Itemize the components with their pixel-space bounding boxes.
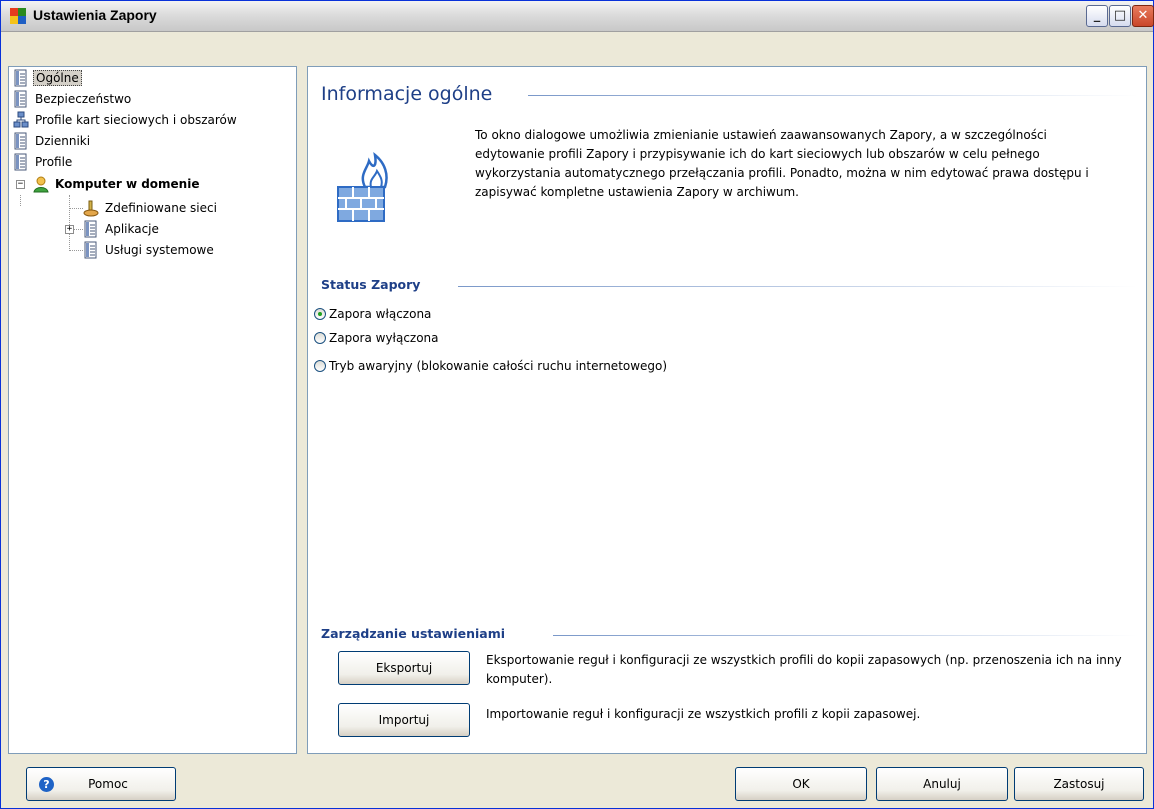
- radio-label: Tryb awaryjny (blokowanie całości ruchu …: [329, 359, 668, 373]
- settings-tree: Ogólne Bezpieczeństwo Profile kart sieci…: [8, 66, 297, 754]
- tree-connector: [69, 250, 83, 251]
- tree-item-label: Zdefiniowane sieci: [105, 201, 217, 215]
- close-button[interactable]: ✕: [1132, 5, 1154, 27]
- tree-item-label: Komputer w domenie: [55, 177, 200, 191]
- tree-item-dzienniki[interactable]: Dzienniki: [13, 131, 92, 151]
- radio-firewall-enabled[interactable]: Zapora włączona: [314, 307, 431, 321]
- apply-button[interactable]: Zastosuj: [1014, 767, 1144, 801]
- tree-item-label: Profile: [35, 155, 73, 169]
- user-icon: [33, 176, 49, 193]
- tree-item-uslugi-systemowe[interactable]: Usługi systemowe: [83, 240, 216, 260]
- document-icon: [14, 90, 27, 108]
- radio-button[interactable]: [314, 360, 326, 372]
- export-description: Eksportowanie reguł i konfiguracji ze ws…: [486, 653, 1122, 686]
- tree-connector: [20, 195, 21, 206]
- tree-item-komputer-w-domenie[interactable]: Komputer w domenie: [33, 174, 201, 194]
- help-button[interactable]: ? Pomoc: [26, 767, 176, 801]
- tree-item-zdefiniowane-sieci[interactable]: Zdefiniowane sieci: [83, 198, 219, 218]
- radio-button[interactable]: [314, 332, 326, 344]
- title-bar[interactable]: Ustawienia Zapory _ □ ✕: [1, 1, 1154, 32]
- radio-label: Zapora włączona: [329, 307, 432, 321]
- export-button[interactable]: Eksportuj: [338, 651, 470, 685]
- status-heading: Status Zapory: [321, 277, 421, 292]
- avg-logo-icon: [10, 8, 26, 24]
- window-title: Ustawienia Zapory: [33, 7, 157, 23]
- minimize-button[interactable]: _: [1086, 5, 1108, 27]
- help-label: Pomoc: [88, 777, 128, 791]
- tree-item-label: Profile kart sieciowych i obszarów: [35, 113, 237, 127]
- radio-emergency-mode[interactable]: Tryb awaryjny (blokowanie całości ruchu …: [314, 359, 667, 373]
- cancel-button[interactable]: Anuluj: [876, 767, 1008, 801]
- import-description: Importowanie reguł i konfiguracji ze wsz…: [486, 707, 921, 721]
- tree-item-profile-kart[interactable]: Profile kart sieciowych i obszarów: [13, 110, 239, 130]
- document-icon: [14, 153, 27, 171]
- tree-item-label: Usługi systemowe: [105, 243, 214, 257]
- firewall-settings-window: Ustawienia Zapory _ □ ✕ Ogólne Bezpiecze…: [0, 0, 1154, 809]
- tree-item-label: Ogólne: [33, 70, 82, 86]
- network-icon: [13, 111, 29, 128]
- network-location-icon: [83, 200, 99, 217]
- tree-item-ogolne[interactable]: Ogólne: [13, 68, 82, 88]
- firewall-icon: [337, 151, 388, 222]
- collapse-toggle[interactable]: −: [16, 180, 25, 189]
- radio-firewall-disabled[interactable]: Zapora wyłączona: [314, 331, 439, 345]
- radio-label: Zapora wyłączona: [329, 331, 439, 345]
- document-icon: [14, 69, 27, 87]
- management-separator: [553, 635, 1138, 636]
- maximize-button[interactable]: □: [1109, 5, 1131, 27]
- status-separator: [458, 286, 1138, 287]
- tree-connector: [69, 208, 83, 209]
- document-icon: [14, 132, 27, 150]
- import-button[interactable]: Importuj: [338, 703, 470, 737]
- radio-button[interactable]: [314, 308, 326, 320]
- heading-separator: [528, 95, 1138, 96]
- help-icon: ?: [39, 777, 54, 792]
- tree-item-aplikacje[interactable]: Aplikacje: [83, 219, 161, 239]
- document-icon: [84, 241, 97, 259]
- tree-item-bezpieczenstwo[interactable]: Bezpieczeństwo: [13, 89, 133, 109]
- document-icon: [84, 220, 97, 238]
- tree-item-label: Dzienniki: [35, 134, 91, 148]
- management-heading: Zarządzanie ustawieniami: [321, 626, 506, 641]
- description-text: To okno dialogowe umożliwia zmienianie u…: [475, 128, 1089, 199]
- expand-toggle[interactable]: +: [65, 225, 74, 234]
- tree-item-label: Aplikacje: [105, 222, 159, 236]
- page-title: Informacje ogólne: [321, 83, 493, 105]
- tree-item-label: Bezpieczeństwo: [35, 92, 132, 106]
- content-panel: Informacje ogólne To okno dialogowe umoż…: [307, 66, 1147, 754]
- tree-connector: [73, 229, 83, 230]
- ok-button[interactable]: OK: [735, 767, 867, 801]
- tree-connector: [69, 195, 70, 251]
- tree-item-profile[interactable]: Profile: [13, 152, 74, 172]
